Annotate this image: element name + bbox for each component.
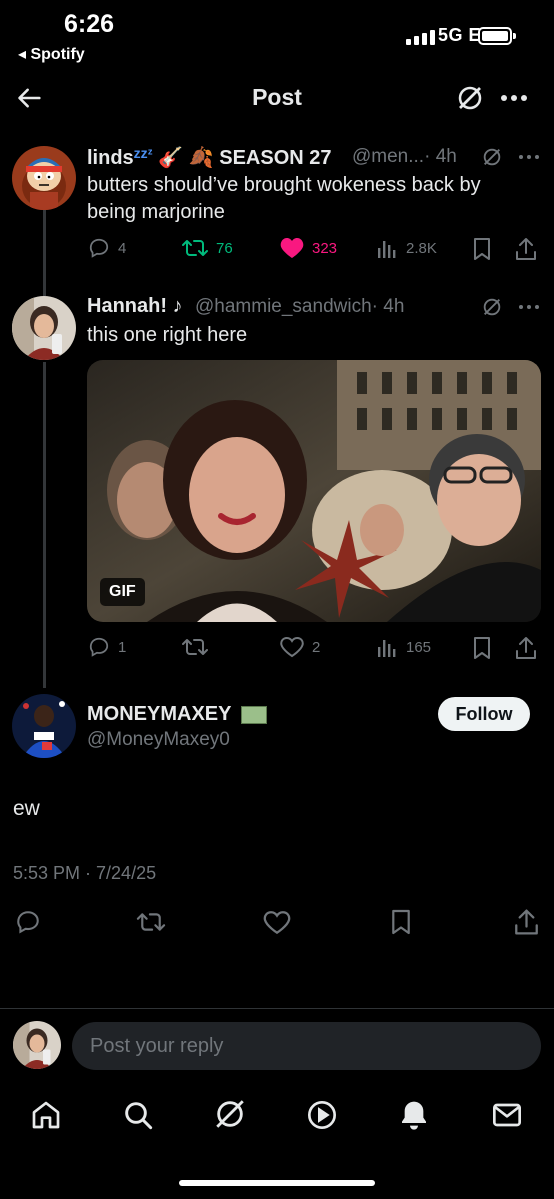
share-icon[interactable]: [515, 636, 537, 660]
avatar[interactable]: [12, 146, 76, 210]
reply-button[interactable]: 1: [88, 636, 126, 658]
battery-tip: [513, 33, 516, 39]
post-author-handle[interactable]: @men...· 4h: [352, 146, 457, 168]
thread-line: [43, 362, 46, 688]
handle-text: @hammie_sandwich: [195, 296, 372, 317]
messages-icon[interactable]: [491, 1099, 523, 1131]
more-options-icon[interactable]: [500, 94, 528, 102]
grok-icon[interactable]: [213, 1097, 247, 1131]
network-type: 5G E: [438, 25, 482, 45]
like-button[interactable]: 2: [280, 636, 320, 658]
grok-icon[interactable]: [481, 296, 503, 318]
post-more-icon[interactable]: [518, 304, 540, 310]
current-user-avatar[interactable]: [13, 1021, 61, 1069]
battery-icon: [478, 27, 512, 45]
reply-icon[interactable]: [14, 909, 42, 935]
thread-line: [43, 210, 46, 296]
main-post-author-name[interactable]: MONEYMAXEY: [87, 703, 267, 726]
signal-icon: [406, 30, 435, 45]
notifications-icon[interactable]: [398, 1099, 430, 1131]
repost-icon: [182, 639, 208, 655]
money-emoji: [240, 705, 267, 724]
views-button[interactable]: 2.8K: [376, 237, 437, 259]
share-icon[interactable]: [515, 237, 537, 261]
bookmark-icon[interactable]: [472, 636, 492, 660]
status-time: 6:26: [64, 10, 115, 38]
repost-icon: [182, 240, 208, 256]
reply-icon: [89, 637, 109, 657]
gif-badge: GIF: [100, 578, 145, 606]
like-button[interactable]: 323: [280, 237, 337, 259]
follow-button[interactable]: Follow: [438, 697, 530, 731]
reply-count: 1: [118, 638, 127, 656]
home-indicator: [179, 1180, 375, 1186]
back-to-app-link[interactable]: ◂ Spotify: [18, 44, 85, 64]
reply-input[interactable]: Post your reply: [72, 1022, 541, 1070]
reply-button[interactable]: 4: [88, 237, 126, 259]
repost-button[interactable]: [182, 636, 208, 658]
post-text: butters should’ve brought wokeness back …: [87, 174, 481, 223]
main-post-timestamp: 5:53 PM · 7/24/25: [13, 863, 157, 883]
repost-count: 76: [216, 239, 233, 257]
author-name-text: MONEYMAXEY: [87, 703, 232, 725]
heart-icon[interactable]: [263, 910, 291, 935]
view-count: 165: [406, 638, 432, 656]
grok-icon[interactable]: [481, 146, 503, 168]
views-icon: [378, 640, 396, 657]
avatar[interactable]: [12, 694, 76, 758]
repost-button[interactable]: 76: [182, 237, 233, 259]
home-icon[interactable]: [30, 1099, 62, 1131]
search-icon[interactable]: [122, 1099, 154, 1131]
guitar-emoji: 🎸: [158, 147, 184, 169]
view-count: 2.8K: [406, 239, 437, 257]
post-time: · 4h: [424, 146, 457, 167]
reply-count: 4: [118, 239, 127, 257]
leaf-emoji: 🍂: [188, 147, 214, 169]
like-count: 323: [312, 239, 338, 257]
post-author-name[interactable]: Hannah! ♪: [87, 295, 183, 318]
heart-icon: [280, 636, 304, 658]
sleep-emoji: zzᶻ: [133, 145, 153, 161]
author-name-suffix: SEASON 27: [219, 147, 332, 169]
gif-media[interactable]: [87, 360, 541, 622]
post-author-name[interactable]: lindszzᶻ 🎸 🍂 SEASON 27: [87, 145, 332, 170]
share-icon[interactable]: [514, 908, 539, 936]
divider: [0, 1008, 554, 1009]
avatar[interactable]: [12, 296, 76, 360]
reply-icon: [89, 238, 109, 258]
like-count: 2: [312, 638, 321, 656]
video-icon[interactable]: [306, 1099, 338, 1131]
bookmark-icon[interactable]: [472, 237, 492, 261]
handle-text: @men...: [352, 146, 425, 167]
post-time: · 4h: [371, 296, 405, 317]
repost-icon[interactable]: [136, 910, 166, 934]
heart-filled-icon: [280, 238, 304, 258]
grok-icon[interactable]: [455, 83, 485, 113]
bookmark-icon[interactable]: [390, 908, 412, 936]
main-post-author-handle[interactable]: @MoneyMaxey0: [87, 729, 230, 751]
author-name-text: linds: [87, 147, 134, 169]
post-text: this one right here: [87, 324, 248, 346]
post-author-handle[interactable]: @hammie_sandwich· 4h: [195, 296, 404, 318]
post-more-icon[interactable]: [518, 154, 540, 160]
views-button[interactable]: 165: [376, 636, 431, 658]
main-post-text: ew: [13, 797, 40, 820]
views-icon: [378, 241, 396, 258]
